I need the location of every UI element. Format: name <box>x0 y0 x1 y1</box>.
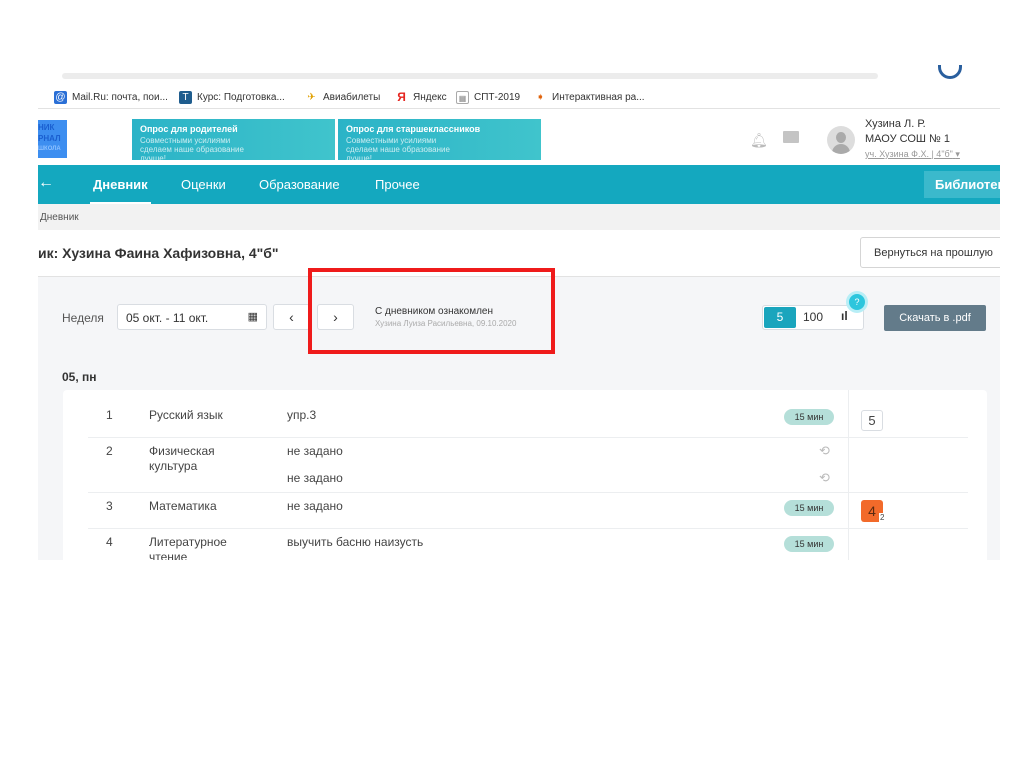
scale-100-button[interactable]: 100 <box>803 310 823 324</box>
bookmark-interactive[interactable]: ➧ Интерактивная ра... <box>534 91 645 104</box>
no-time-icon: ⟲ <box>819 470 830 485</box>
bookmark-label: Яндекс <box>413 92 447 103</box>
lessons-table: 1 Русский язык упр.3 15 мин 5 2 Физическ… <box>63 390 987 560</box>
week-picker[interactable]: 05 окт. - 11 окт. ▦ <box>117 304 267 330</box>
nav-diary[interactable]: Дневник <box>90 177 151 204</box>
row-divider <box>88 492 968 493</box>
day-label: 05, пн <box>62 370 97 384</box>
lesson-subject[interactable]: Русский язык <box>149 408 223 422</box>
prev-week-button[interactable]: ‹ <box>273 304 310 330</box>
bookmark-label: Интерактивная ра... <box>552 92 645 103</box>
logo-text: ШКОЛА <box>38 146 61 152</box>
help-icon[interactable]: ? <box>849 294 865 310</box>
plane-icon: ✈ <box>307 92 316 103</box>
course-icon: Т <box>179 91 192 104</box>
lesson-homework[interactable]: выучить басню наизусть <box>287 535 423 549</box>
calendar-icon: ▦ <box>247 311 258 323</box>
back-to-previous-button[interactable]: Вернуться на прошлую <box>860 237 1000 268</box>
week-label: Неделя <box>62 311 104 325</box>
lesson-homework[interactable]: не задано <box>287 499 343 513</box>
lesson-number: 4 <box>106 535 113 549</box>
grade-scale-toggle: 5 100 ıl <box>762 305 864 330</box>
bookmark-avia[interactable]: ✈ Авиабилеты <box>305 91 380 104</box>
lesson-subject[interactable]: Литературное чтение <box>149 535 244 560</box>
user-school: МАОУ СОШ № 1 <box>865 133 950 145</box>
avatar[interactable] <box>827 126 855 154</box>
lesson-homework[interactable]: упр.3 <box>287 408 316 422</box>
banner-text: Совместными усилиями сделаем наше образо… <box>140 136 244 163</box>
page-title: ик: Хузина Фаина Хафизовна, 4"б" <box>38 245 279 261</box>
site-logo[interactable]: НИК РНАЛ ШКОЛА <box>38 120 67 158</box>
mail-icon[interactable] <box>783 131 799 143</box>
lesson-subject[interactable]: Математика <box>149 499 217 513</box>
back-arrow-icon[interactable]: ← <box>38 174 54 192</box>
banner-title: Опрос для старшеклассников <box>346 124 481 134</box>
nav-other[interactable]: Прочее <box>375 177 420 192</box>
bookmark-course[interactable]: Т Курс: Подготовка... <box>179 91 285 104</box>
breadcrumb[interactable]: Дневник <box>38 204 1000 230</box>
bell-icon[interactable]: 🔔︎ <box>750 132 768 149</box>
grade-mark[interactable]: 5 <box>861 410 883 431</box>
student-name: уч. Хузина Ф.Х. | 4"б" <box>865 149 953 159</box>
nav-education[interactable]: Образование <box>259 177 340 192</box>
arrow-icon: ➧ <box>536 92 545 103</box>
main-nav: ← Дневник Оценки Образование Прочее Библ… <box>38 165 1000 204</box>
logo-text: РНАЛ <box>38 134 61 143</box>
address-bar[interactable] <box>62 73 878 79</box>
grade-value: 4 <box>868 503 876 519</box>
scale-5-button[interactable]: 5 <box>764 307 796 328</box>
time-badge: 15 мин <box>784 536 834 552</box>
bookmark-label: Mail.Ru: почта, пои... <box>72 92 168 103</box>
lesson-homework[interactable]: не задано <box>287 444 343 458</box>
at-icon: @ <box>54 91 67 104</box>
no-time-icon: ⟲ <box>819 443 830 458</box>
banner-parents-survey[interactable]: Опрос для родителей Совместными усилиями … <box>132 119 335 163</box>
nav-grades[interactable]: Оценки <box>181 177 226 192</box>
banner-students-survey[interactable]: Опрос для старшеклассников Совместными ус… <box>338 119 541 163</box>
stats-bars-icon[interactable]: ıl <box>841 309 848 323</box>
banner-text: Совместными усилиями сделаем наше образо… <box>346 136 450 163</box>
bookmark-label: Авиабилеты <box>323 92 381 103</box>
logo-text: НИК <box>38 123 55 132</box>
time-badge: 15 мин <box>784 409 834 425</box>
column-divider <box>848 390 849 560</box>
bookmark-label: Курс: Подготовка... <box>197 92 285 103</box>
lesson-number: 3 <box>106 499 113 513</box>
user-info[interactable]: Хузина Л. Р. МАОУ СОШ № 1 уч. Хузина Ф.Х… <box>865 117 960 162</box>
lesson-number: 1 <box>106 408 113 422</box>
lesson-subject[interactable]: Физическая культура <box>149 444 239 474</box>
highlight-annotation <box>308 268 555 354</box>
grade-weight: 2 <box>879 513 886 522</box>
row-divider <box>88 437 968 438</box>
lesson-number: 2 <box>106 444 113 458</box>
profile-icon[interactable] <box>938 65 962 79</box>
lesson-homework[interactable]: не задано <box>287 471 343 485</box>
download-pdf-button[interactable]: Скачать в .pdf <box>884 305 986 331</box>
student-select[interactable]: уч. Хузина Ф.Х. | 4"б" ▾ <box>865 147 960 162</box>
library-button[interactable]: Библиотека <box>924 171 1000 198</box>
row-divider <box>88 528 968 529</box>
user-name: Хузина Л. Р. <box>865 118 926 130</box>
divider <box>38 108 1000 109</box>
chevron-down-icon: ▾ <box>955 149 960 159</box>
chevron-left-icon: ‹ <box>289 309 294 325</box>
chart-icon: ▦ <box>456 91 469 104</box>
yandex-icon: Я <box>397 90 406 104</box>
bookmark-yandex[interactable]: Я Яндекс <box>395 90 447 104</box>
week-value: 05 окт. - 11 окт. <box>126 311 209 325</box>
banner-title: Опрос для родителей <box>140 124 238 134</box>
bookmark-mailru[interactable]: @ Mail.Ru: почта, пои... <box>54 91 168 104</box>
bookmark-spt[interactable]: ▦ СПТ-2019 <box>456 91 520 104</box>
time-badge: 15 мин <box>784 500 834 516</box>
bookmark-label: СПТ-2019 <box>474 92 521 103</box>
